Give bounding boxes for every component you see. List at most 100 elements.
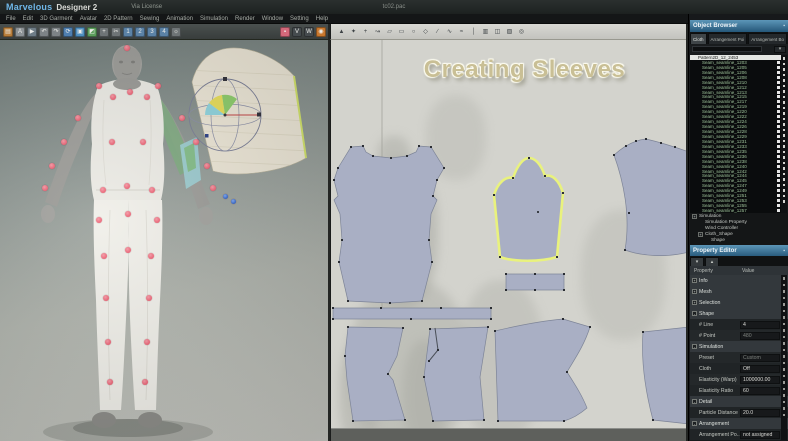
preset-button-1[interactable]: ▴ (705, 257, 719, 266)
arrangement-point[interactable] (149, 187, 155, 193)
expander-icon[interactable]: - (692, 421, 697, 426)
visibility-checkbox[interactable] (777, 110, 780, 114)
arrangement-point[interactable] (124, 183, 130, 189)
splitter-3d-2d[interactable] (328, 24, 330, 441)
arrangement-point[interactable] (146, 295, 152, 301)
2d-horizontal-scrollbar[interactable] (331, 428, 688, 441)
expander-icon[interactable]: + (692, 213, 697, 219)
viewport-3d[interactable] (0, 40, 330, 441)
arrangement-point[interactable] (107, 379, 113, 385)
select-tool-icon[interactable]: ▲ (337, 27, 346, 36)
menu-item-sewing[interactable]: Sewing (140, 14, 160, 24)
arrangement-point[interactable] (154, 217, 160, 223)
arrangement-point[interactable] (100, 187, 106, 193)
visibility-checkbox[interactable] (777, 75, 780, 79)
view-back-icon[interactable]: 3 (147, 26, 157, 37)
visibility-checkbox[interactable] (777, 179, 780, 183)
expander-icon[interactable]: + (692, 289, 697, 294)
visibility-checkbox[interactable] (777, 164, 780, 168)
preset-button-0[interactable]: ▾ (690, 257, 704, 266)
visibility-checkbox[interactable] (777, 60, 780, 64)
expander-icon[interactable]: + (692, 278, 697, 283)
property-section-detail[interactable]: - Detail (690, 396, 788, 407)
property-value[interactable]: Custom (740, 353, 780, 362)
avatar-model[interactable] (41, 45, 213, 428)
visibility-checkbox[interactable] (777, 154, 780, 158)
visibility-checkbox[interactable] (777, 199, 780, 203)
pattern-cuff[interactable] (505, 273, 565, 291)
pattern-color-icon[interactable]: ▧ (505, 27, 514, 36)
pattern-pants-right[interactable] (494, 318, 591, 422)
arrangement-point[interactable] (140, 139, 146, 145)
menu-item-animation[interactable]: Animation (166, 14, 193, 24)
property-scrollbar[interactable] (781, 275, 787, 440)
property-section-selection[interactable]: + Selection (690, 297, 788, 308)
property-section-mesh[interactable]: + Mesh (690, 286, 788, 297)
visibility-checkbox[interactable] (777, 144, 780, 148)
visibility-checkbox[interactable] (777, 115, 780, 119)
object-list-scrollbar[interactable] (781, 55, 787, 213)
pattern-3d-cyan[interactable] (180, 137, 201, 189)
search-input[interactable] (692, 46, 762, 52)
avatar-pose-icon[interactable]: A (15, 26, 25, 37)
arrangement-point[interactable] (109, 139, 115, 145)
menu-item-file[interactable]: File (6, 14, 16, 24)
pattern-waistband[interactable] (332, 307, 492, 320)
arrangement-points-icon[interactable]: ▪ (280, 26, 290, 37)
property-value[interactable]: Off (740, 364, 780, 373)
pattern-3d-sleeve[interactable] (185, 47, 310, 175)
menu-item-setting[interactable]: Setting (290, 14, 309, 24)
open-project-icon[interactable]: ▤ (3, 26, 13, 37)
arrangement-point[interactable] (204, 163, 210, 169)
visibility-checkbox[interactable] (777, 134, 780, 138)
expander-icon[interactable]: - (692, 311, 697, 316)
panel-pin-icon[interactable]: ▪ (783, 23, 785, 29)
simulate-icon[interactable]: ▣ (75, 26, 85, 37)
pattern-pants-far-right[interactable] (642, 326, 688, 425)
arrangement-point[interactable] (144, 94, 150, 100)
visibility-checkbox[interactable] (777, 194, 780, 198)
view-quarter-icon[interactable]: 4 (159, 26, 169, 37)
visibility-checkbox[interactable] (777, 70, 780, 74)
arrangement-point[interactable] (42, 185, 48, 191)
visibility-checkbox[interactable] (777, 174, 780, 178)
arrangement-point[interactable] (96, 217, 102, 223)
visibility-checkbox[interactable] (777, 90, 780, 94)
menu-item-render[interactable]: Render (235, 14, 255, 24)
visibility-checkbox[interactable] (777, 95, 780, 99)
wireframe-icon[interactable]: W (304, 26, 314, 37)
property-section-simulation[interactable]: - Simulation (690, 341, 788, 352)
arrangement-point[interactable] (75, 115, 81, 121)
visibility-checkbox[interactable] (777, 139, 780, 143)
visibility-checkbox[interactable] (777, 100, 780, 104)
arrangement-point[interactable] (142, 379, 148, 385)
grading-icon[interactable]: ▥ (481, 27, 490, 36)
menu-item-simulation[interactable]: Simulation (200, 14, 228, 24)
view-front-icon[interactable]: 1 (123, 26, 133, 37)
filter-dropdown[interactable]: ▾ (774, 45, 786, 53)
arrangement-point[interactable] (110, 94, 116, 100)
property-value[interactable]: 4 (740, 320, 780, 329)
edit-curve-icon[interactable]: ↝ (373, 27, 382, 36)
arrangement-point[interactable] (103, 295, 109, 301)
visibility-checkbox[interactable] (777, 80, 780, 84)
texture-editor-icon[interactable]: ◫ (493, 27, 502, 36)
pattern-sleeve-selected[interactable] (492, 156, 565, 263)
arrangement-point[interactable] (125, 247, 131, 253)
pattern-bodice-back[interactable] (613, 138, 688, 256)
circle-tool-icon[interactable]: ○ (409, 27, 418, 36)
menu-item-2d-pattern[interactable]: 2D Pattern (104, 14, 133, 24)
arrangement-point[interactable] (96, 83, 102, 89)
arrangement-point[interactable] (61, 139, 67, 145)
visibility-checkbox[interactable] (777, 65, 780, 69)
play-animation-icon[interactable]: ▶ (27, 26, 37, 37)
expander-icon[interactable]: - (692, 399, 697, 404)
menu-item-window[interactable]: Window (262, 14, 283, 24)
property-value[interactable]: 60 (740, 386, 780, 395)
scissors-icon[interactable]: ✂ (111, 26, 121, 37)
visibility-checkbox[interactable] (777, 169, 780, 173)
property-section-arrangement[interactable]: - Arrangement (690, 418, 788, 429)
arrangement-point-active[interactable] (230, 198, 236, 204)
sync-icon[interactable]: ⟳ (63, 26, 73, 37)
add-point-icon[interactable]: + (361, 27, 370, 36)
